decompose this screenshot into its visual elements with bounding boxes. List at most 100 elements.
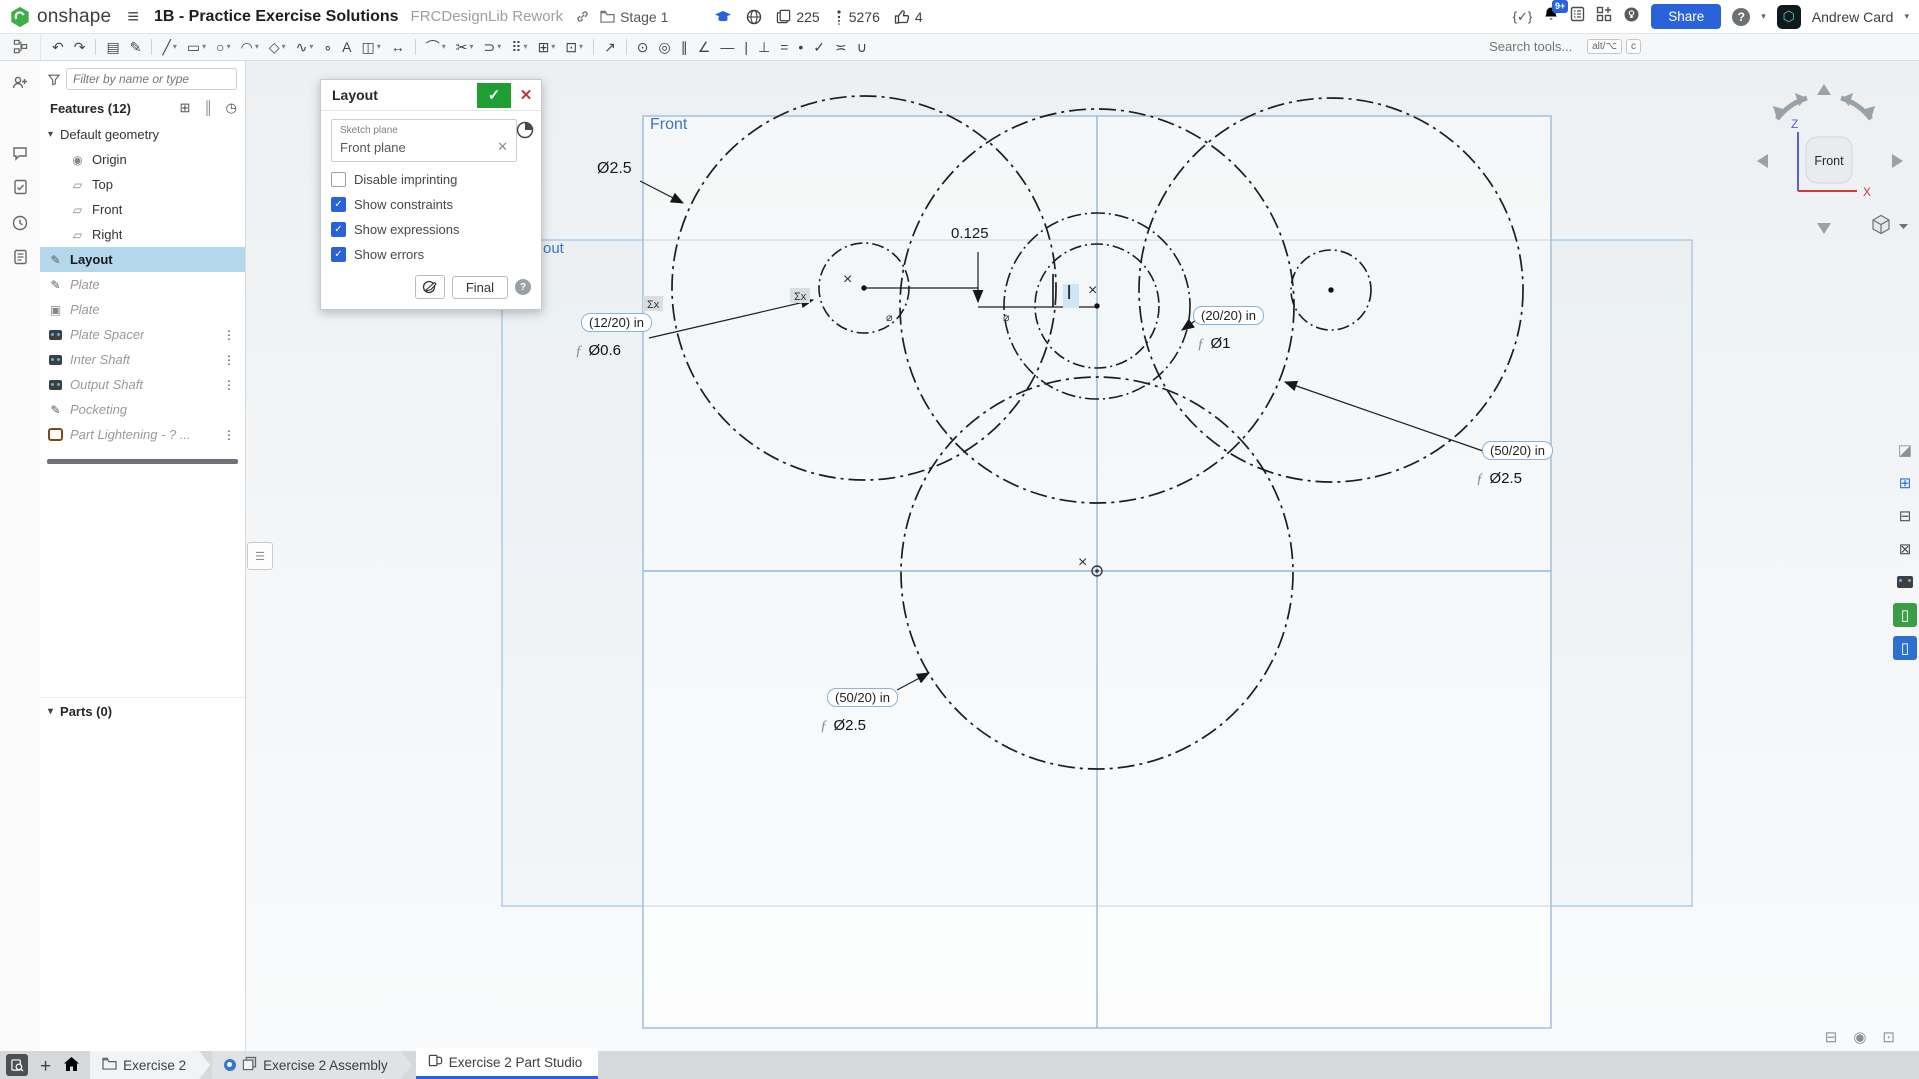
coincident-constraint-icon[interactable]: ⊙ <box>632 33 654 60</box>
dropdown-caret-icon[interactable]: ▾ <box>497 42 501 51</box>
feature-row-plate[interactable]: ✎Plate <box>40 272 245 297</box>
checkbox-box-icon[interactable]: ✓ <box>331 247 346 262</box>
feature-row-default-geometry[interactable]: ▾Default geometry <box>40 122 245 147</box>
checkbox-show-errors[interactable]: ✓Show errors <box>331 247 531 262</box>
rollback-bar[interactable] <box>47 459 238 464</box>
search-tools-input[interactable] <box>1487 38 1583 55</box>
dropdown-caret-icon[interactable]: ▾ <box>377 42 381 51</box>
configured-feature-icon[interactable]: ⋮ <box>223 428 235 442</box>
new-tab-button[interactable]: + <box>40 1057 51 1076</box>
feature-row-top[interactable]: ▱Top <box>40 172 245 197</box>
center-point-center[interactable] <box>1094 303 1099 308</box>
vertical-constraint-icon[interactable]: | <box>739 33 753 60</box>
group-caret-icon[interactable]: ▾ <box>48 129 53 140</box>
view-menu-caret-icon[interactable] <box>1899 224 1908 229</box>
dimension-icon[interactable]: ↔ <box>386 33 410 60</box>
feature-filter-input[interactable] <box>66 68 237 90</box>
fillet-icon[interactable]: ⌒▾ <box>421 33 451 60</box>
user-name[interactable]: Andrew Card <box>1812 9 1894 25</box>
front-plane-label[interactable]: Front <box>650 116 687 134</box>
slot-icon[interactable]: ◫▾ <box>357 33 386 60</box>
vertical-offset-dim[interactable]: 0.125 <box>951 225 989 242</box>
appearance-panel-icon[interactable]: ◪ <box>1893 438 1917 462</box>
follow-mode-icon[interactable] <box>0 70 40 96</box>
isometric-cube-icon[interactable] <box>1873 216 1889 234</box>
user-menu-caret-icon[interactable]: ▾ <box>1904 11 1909 22</box>
user-avatar[interactable]: ⬡ <box>1777 5 1801 29</box>
sheet-metal-icon[interactable]: ▤ <box>101 33 124 60</box>
perpendicular-constraint-icon[interactable]: ⊥ <box>753 33 775 60</box>
bom-table-icon[interactable]: ⊞ <box>1893 471 1917 495</box>
feature-table-icon[interactable]: ⊟ <box>1893 504 1917 528</box>
doc-panel-blue-icon[interactable]: ▯ <box>1893 636 1917 660</box>
spline-icon[interactable]: ∿▾ <box>291 33 319 60</box>
linear-pattern-icon[interactable]: ⠿▾ <box>506 33 532 60</box>
line-icon[interactable]: ╱▾ <box>157 33 181 60</box>
onshape-logo[interactable]: onshape <box>9 6 111 28</box>
tangent-constraint-icon[interactable]: ∠ <box>693 33 716 60</box>
rectangle-icon[interactable]: ▭▾ <box>182 33 211 60</box>
undo-icon[interactable]: ↶ <box>47 33 69 60</box>
circular-pattern-icon[interactable]: ⊞▾ <box>533 33 561 60</box>
dropdown-caret-icon[interactable]: ▾ <box>524 42 528 51</box>
feature-row-inter-shaft[interactable]: Inter Shaft⋮ <box>40 347 245 372</box>
edu-badge-icon[interactable] <box>714 10 732 24</box>
symmetric-constraint-icon[interactable]: ≍ <box>830 33 852 60</box>
normal-constraint-icon[interactable]: ✓ <box>808 33 830 60</box>
feature-state-clock-icon[interactable] <box>516 121 534 142</box>
constraint-glyph-x[interactable]: × <box>1088 282 1097 299</box>
dropdown-caret-icon[interactable]: ▾ <box>202 42 206 51</box>
constraint-glyph-dia[interactable]: ⌀ <box>886 312 893 324</box>
sketch-name-label-clipped[interactable]: out <box>543 240 564 257</box>
accept-button[interactable]: ✓ <box>477 83 511 108</box>
learning-center-icon[interactable] <box>1623 6 1640 28</box>
main-menu-icon[interactable]: ≡ <box>127 7 139 27</box>
dropdown-caret-icon[interactable]: ▾ <box>309 42 313 51</box>
users-count[interactable]: 5276 <box>834 9 880 25</box>
constraint-glyph-x[interactable]: × <box>843 271 852 288</box>
dropdown-caret-icon[interactable]: ▾ <box>255 42 259 51</box>
help-button[interactable]: ? <box>1732 8 1750 26</box>
insert-dxf-icon[interactable]: ⊡▾ <box>560 33 588 60</box>
dialog-help-icon[interactable]: ? <box>515 279 531 295</box>
checkbox-show-constraints[interactable]: ✓Show constraints <box>331 197 531 212</box>
configured-feature-icon[interactable]: ⋮ <box>223 328 235 342</box>
search-tools[interactable]: alt/⌥ c <box>1487 38 1641 55</box>
expression-badge[interactable]: (12/20) in <box>581 313 652 332</box>
midpoint-constraint-icon[interactable]: • <box>793 33 808 60</box>
notes-icon[interactable] <box>0 244 40 270</box>
dropdown-caret-icon[interactable]: ▾ <box>551 42 555 51</box>
rotate-up-arrow-icon[interactable] <box>1817 84 1831 95</box>
tasks-icon[interactable] <box>0 174 40 200</box>
dropdown-caret-icon[interactable]: ▾ <box>442 42 446 51</box>
polygon-icon[interactable]: ◇▾ <box>264 33 291 60</box>
copies-count[interactable]: 225 <box>776 9 819 25</box>
checkbox-show-expressions[interactable]: ✓Show expressions <box>331 222 531 237</box>
configured-feature-icon[interactable]: ⋮ <box>223 353 235 367</box>
circle-icon[interactable]: ○▾ <box>211 33 235 60</box>
notifications-bell-icon[interactable]: 9+ <box>1543 6 1559 27</box>
diameter-dim-top-left[interactable]: Ø2.5 <box>597 160 632 178</box>
dimension-value[interactable]: ƒØ1 <box>1197 335 1231 353</box>
dimension-value[interactable]: ƒØ0.6 <box>575 342 621 360</box>
panel-resize-handle[interactable]: ☰ <box>247 542 273 570</box>
feature-timing-icon[interactable]: ◷ <box>226 100 237 116</box>
view-cube[interactable]: Front Z X <box>1745 74 1915 242</box>
offset-icon[interactable]: ⊃▾ <box>479 33 507 60</box>
checkbox-box-icon[interactable]: ✓ <box>331 222 346 237</box>
feature-row-front[interactable]: ▱Front <box>40 197 245 222</box>
constraint-glyph-sig[interactable]: Σx <box>647 299 660 311</box>
curvature-constraint-icon[interactable]: ∪ <box>852 33 872 60</box>
redo-icon[interactable]: ↷ <box>69 33 91 60</box>
expression-badge[interactable]: (20/20) in <box>1193 306 1264 325</box>
rotate-down-arrow-icon[interactable] <box>1817 223 1831 234</box>
public-globe-icon[interactable] <box>746 9 762 25</box>
center-point-right[interactable] <box>1328 287 1333 292</box>
configuration-table-icon[interactable]: ⊠ <box>1893 537 1917 561</box>
suspend-updates-icon[interactable]: ║ <box>203 100 212 116</box>
feature-row-output-shaft[interactable]: Output Shaft⋮ <box>40 372 245 397</box>
help-caret-icon[interactable]: ▾ <box>1761 11 1766 22</box>
tab-exercise-2-assembly[interactable]: Exercise 2 Assembly <box>212 1051 412 1079</box>
feature-row-plate-spacer[interactable]: Plate Spacer⋮ <box>40 322 245 347</box>
app-store-icon[interactable] <box>1596 6 1612 27</box>
